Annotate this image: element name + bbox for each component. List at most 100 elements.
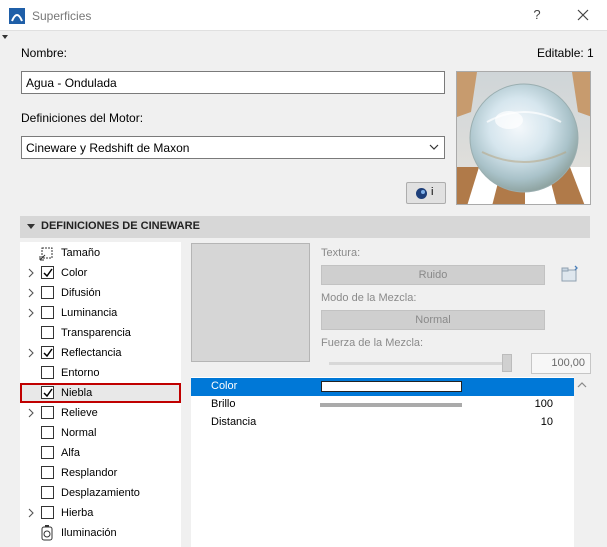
blend-strength-slider-handle[interactable] <box>502 354 512 372</box>
material-preview <box>456 71 591 205</box>
channel-item[interactable]: Niebla <box>20 383 181 403</box>
browse-texture-button[interactable] <box>558 264 582 286</box>
channel-checkbox[interactable] <box>41 406 54 419</box>
lighting-icon <box>41 525 53 541</box>
channel-item[interactable]: Difusión <box>20 283 181 303</box>
name-label: Nombre: <box>21 46 68 60</box>
channel-item[interactable]: Hierba <box>20 503 181 523</box>
channel-checkbox[interactable] <box>41 326 54 339</box>
parameter-value[interactable]: 100 <box>535 398 553 410</box>
name-input[interactable]: Agua - Ondulada <box>21 71 445 94</box>
folder-icon <box>561 265 578 282</box>
blend-mode-label: Modo de la Mezcla: <box>321 292 417 304</box>
scrollbar-track[interactable] <box>603 242 607 547</box>
color-swatch[interactable] <box>321 381 462 392</box>
channel-label: Niebla <box>61 387 93 399</box>
channel-checkbox[interactable] <box>41 346 54 359</box>
collapse-marker-icon <box>2 35 8 39</box>
parameter-name: Distancia <box>211 416 257 428</box>
window-title: Superficies <box>32 9 92 23</box>
blend-strength-input[interactable]: 100,00 <box>531 353 591 374</box>
parameter-name: Color <box>211 380 238 392</box>
close-icon <box>577 9 589 21</box>
channel-item[interactable]: Luminancia <box>20 303 181 323</box>
channel-checkbox[interactable] <box>41 266 54 279</box>
help-button[interactable]: ? <box>526 4 548 26</box>
channel-checkbox[interactable] <box>41 386 54 399</box>
channel-label: Difusión <box>61 287 101 299</box>
preview-sphere-image <box>457 72 590 204</box>
channel-checkbox[interactable] <box>41 306 54 319</box>
chevron-right-icon[interactable] <box>28 288 34 298</box>
blend-strength-slider[interactable] <box>329 362 509 365</box>
chevron-right-icon[interactable] <box>28 308 34 318</box>
chevron-right-icon[interactable] <box>28 508 34 518</box>
size-icon <box>39 247 53 261</box>
title-bar: Superficies ? <box>0 0 607 31</box>
engine-label: Definiciones del Motor: <box>21 111 144 125</box>
parameter-row[interactable]: Color <box>191 378 574 396</box>
channel-label: Desplazamiento <box>61 487 140 499</box>
channel-label: Iluminación <box>61 527 117 539</box>
checkmark-icon <box>43 388 53 398</box>
app-logo-icon <box>9 8 25 24</box>
texture-thumbnail[interactable] <box>191 243 310 362</box>
chevron-right-icon[interactable] <box>28 408 34 418</box>
render-info-button[interactable]: i <box>406 182 446 204</box>
channel-item[interactable]: Alfa <box>20 443 181 463</box>
channel-label: Reflectancia <box>61 347 122 359</box>
brightness-bar[interactable] <box>320 403 462 407</box>
parameter-name: Brillo <box>211 398 236 410</box>
blend-strength-label: Fuerza de la Mezcla: <box>321 337 424 349</box>
chevron-right-icon[interactable] <box>28 268 34 278</box>
expand-triangle-icon <box>27 224 35 229</box>
channel-list: Tamaño Color Difusión Luminancia Transparenc… <box>20 242 181 547</box>
channel-label: Hierba <box>61 507 94 519</box>
blend-mode-select[interactable]: Normal <box>321 310 545 330</box>
channel-checkbox[interactable] <box>41 366 54 379</box>
render-engine-icon <box>416 188 427 199</box>
channel-item[interactable]: Normal <box>20 423 181 443</box>
channel-checkbox[interactable] <box>41 426 54 439</box>
channel-item[interactable]: Relieve <box>20 403 181 423</box>
texture-label: Textura: <box>321 247 361 259</box>
channel-label: Tamaño <box>61 247 101 259</box>
checkmark-icon <box>43 268 53 278</box>
parameter-row[interactable]: Brillo 100 <box>191 396 574 414</box>
channel-checkbox[interactable] <box>41 506 54 519</box>
channel-label: Relieve <box>61 407 98 419</box>
editable-count: Editable: 1 <box>537 46 594 60</box>
channel-item[interactable]: Iluminación <box>20 523 181 543</box>
checkmark-icon <box>43 348 53 358</box>
cineware-section-header[interactable]: DEFINICIONES DE CINEWARE <box>20 216 590 238</box>
engine-select-value: Cineware y Redshift de Maxon <box>26 141 190 155</box>
channel-item[interactable]: Transparencia <box>20 323 181 343</box>
parameter-table: Color Brillo 100 Distancia 10 <box>191 377 574 547</box>
info-label: i <box>431 186 434 198</box>
channel-checkbox[interactable] <box>41 286 54 299</box>
engine-select[interactable]: Cineware y Redshift de Maxon <box>21 136 445 159</box>
channel-item[interactable]: Color <box>20 263 181 283</box>
channel-label: Luminancia <box>61 307 118 319</box>
parameter-row[interactable]: Distancia 10 <box>191 414 574 432</box>
channel-label: Transparencia <box>61 327 131 339</box>
chevron-down-icon <box>429 144 439 150</box>
channel-item[interactable]: Tamaño <box>20 243 181 263</box>
texture-select[interactable]: Ruido <box>321 265 545 285</box>
channel-checkbox[interactable] <box>41 466 54 479</box>
channel-label: Resplandor <box>61 467 118 479</box>
channel-item[interactable]: Desplazamiento <box>20 483 181 503</box>
channel-item[interactable]: Entorno <box>20 363 181 383</box>
chevron-right-icon[interactable] <box>28 348 34 358</box>
channel-checkbox[interactable] <box>41 446 54 459</box>
channel-checkbox[interactable] <box>41 486 54 499</box>
channel-item[interactable]: Resplandor <box>20 463 181 483</box>
section-title: DEFINICIONES DE CINEWARE <box>41 220 200 232</box>
channel-item[interactable]: Reflectancia <box>20 343 181 363</box>
channel-label: Entorno <box>61 367 100 379</box>
parameter-value[interactable]: 10 <box>541 416 553 428</box>
channel-label: Normal <box>61 427 97 439</box>
scroll-up-arrow-icon[interactable] <box>577 381 587 389</box>
channel-label: Color <box>61 267 88 279</box>
close-button[interactable] <box>572 4 594 26</box>
